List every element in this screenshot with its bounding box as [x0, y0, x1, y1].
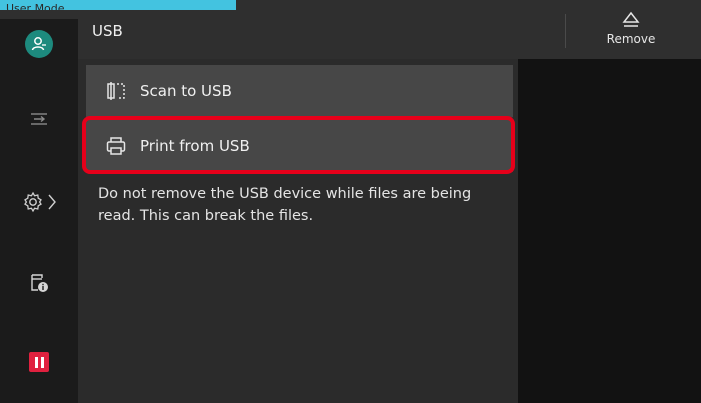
- scan-icon: [107, 82, 125, 100]
- remove-label: Remove: [606, 32, 656, 46]
- menu-item-scan-to-usb[interactable]: Scan to USB: [86, 65, 513, 117]
- settings-button[interactable]: [0, 191, 78, 213]
- gear-icon: [24, 191, 42, 213]
- header-divider: [565, 14, 566, 48]
- user-button[interactable]: [0, 30, 78, 58]
- device-status-button[interactable]: [0, 272, 78, 294]
- printer-info-icon: [31, 274, 48, 292]
- pause-icon: [29, 352, 49, 372]
- left-rail: [0, 19, 78, 403]
- menu-divider: [86, 117, 513, 118]
- job-transfer-icon: [31, 113, 47, 125]
- usb-warning-text: Do not remove the USB device while files…: [98, 186, 472, 224]
- chevron-right-icon: [48, 194, 56, 210]
- job-transfer-button[interactable]: [0, 109, 78, 129]
- menu-item-label: Print from USB: [140, 137, 250, 155]
- menu-item-label: Scan to USB: [140, 82, 232, 100]
- printer-icon: [106, 137, 126, 155]
- page-title: USB: [92, 22, 123, 40]
- eject-icon: [622, 11, 640, 27]
- stop-button[interactable]: [0, 352, 78, 372]
- menu-item-print-from-usb[interactable]: Print from USB: [86, 120, 513, 172]
- user-icon: [25, 30, 53, 58]
- top-header: User Mode USB Remove: [0, 0, 701, 59]
- right-panel: [518, 59, 701, 403]
- main-content: Scan to USB Print from USB Do not remove…: [78, 59, 518, 403]
- remove-usb-button[interactable]: Remove: [585, 10, 677, 54]
- user-mode-tab: User Mode: [0, 0, 236, 10]
